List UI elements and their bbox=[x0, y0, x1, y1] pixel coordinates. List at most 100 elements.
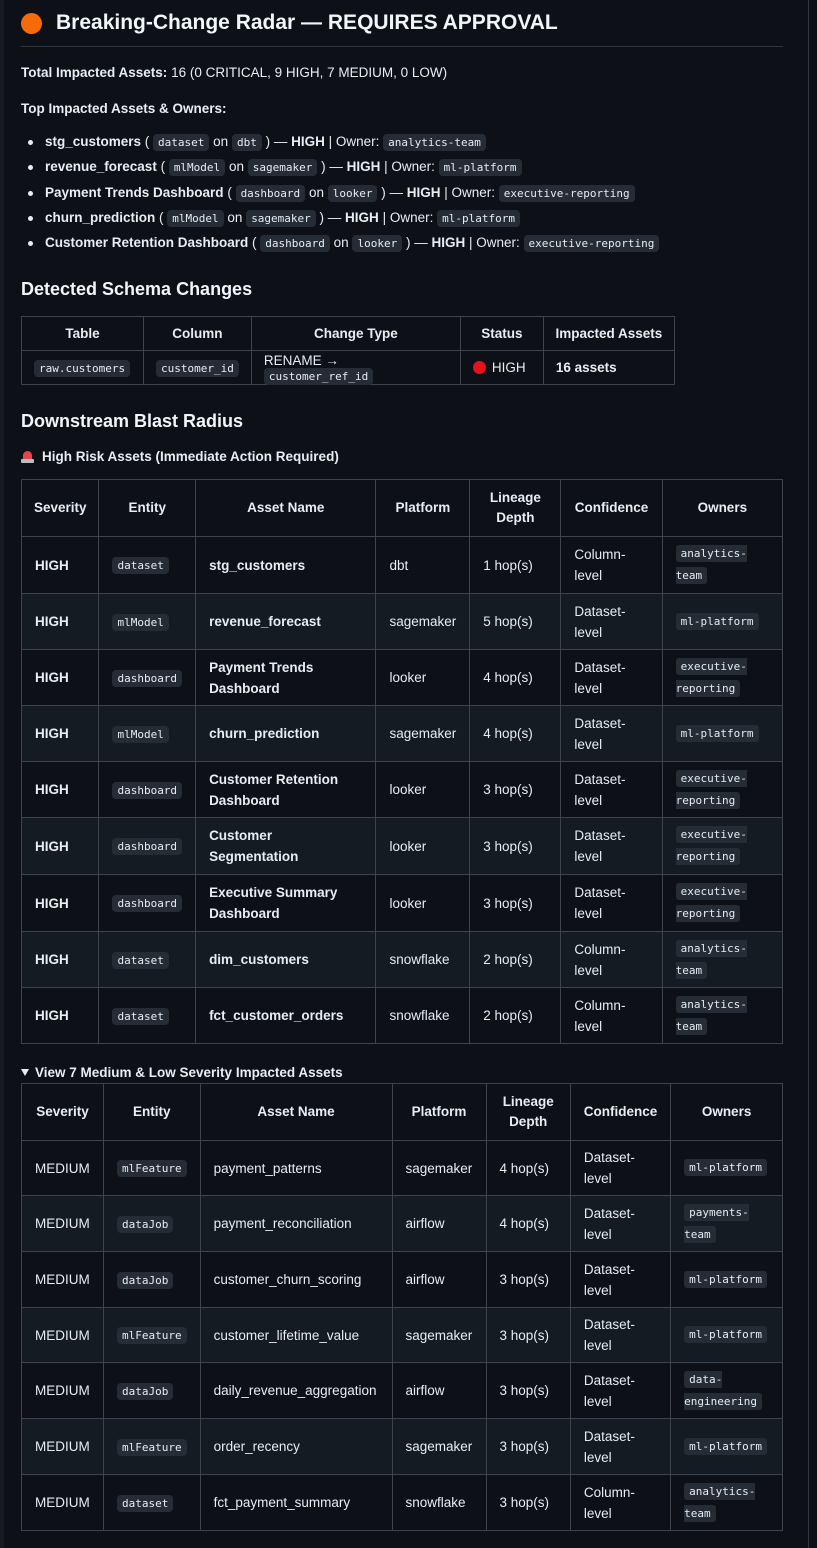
lineage-depth-cell: 3 hop(s) bbox=[485, 1362, 571, 1420]
table-row: HIGH dataset dim_customers snowflake 2 hop(s… bbox=[20, 931, 784, 989]
schema-col-header: Column bbox=[143, 316, 252, 352]
column-header: Lineage Depth bbox=[485, 1083, 571, 1142]
severity-cell: MEDIUM bbox=[21, 1307, 104, 1364]
table-row: MEDIUM dataJob daily_revenue_aggregation ai… bbox=[21, 1362, 783, 1420]
owners-cell: executive-reporting bbox=[661, 874, 784, 933]
asset-owner: analytics-team bbox=[383, 134, 486, 151]
schema-changes-table: Table Column Change Type Status Impacted… bbox=[21, 316, 675, 386]
owner-tag: ml-platform bbox=[684, 1157, 769, 1179]
table-row: MEDIUM dataset fct_payment_summary snowflak… bbox=[21, 1474, 783, 1532]
owner-name: ml-platform bbox=[684, 1159, 768, 1177]
asset-severity: HIGH bbox=[406, 184, 441, 200]
lineage-depth-cell: 1 hop(s) bbox=[469, 536, 562, 595]
owners-cell: executive-reporting bbox=[661, 761, 784, 819]
column-header: Severity bbox=[20, 479, 100, 538]
asset-owner: executive-reporting bbox=[498, 184, 635, 202]
owner-name: executive-reporting bbox=[675, 657, 747, 697]
lineage-depth-cell: 3 hop(s) bbox=[485, 1418, 571, 1476]
owner-tag: ml-platform bbox=[684, 1269, 769, 1291]
column-header: Owners bbox=[670, 1083, 783, 1142]
platform-cell: sagemaker bbox=[375, 705, 471, 763]
high-risk-header-row: Severity Entity Asset Name Platform Lineage … bbox=[20, 479, 784, 538]
severity-cell: MEDIUM bbox=[21, 1140, 104, 1197]
top-asset-item: stg_customers ( dataset on dbt ) — HIGH … bbox=[28, 132, 783, 157]
asset-severity: HIGH bbox=[345, 209, 379, 225]
confidence-cell: Dataset-level bbox=[560, 874, 663, 933]
column-header: Lineage Depth bbox=[469, 479, 562, 538]
top-assets-heading: Top Impacted Assets & Owners: bbox=[21, 101, 227, 116]
medium-low-toggle[interactable]: View 7 Medium & Low Severity Impacted As… bbox=[21, 1065, 783, 1080]
platform-cell: dbt bbox=[375, 536, 471, 595]
lineage-depth-cell: 2 hop(s) bbox=[469, 987, 562, 1045]
owner-name: ml-platform bbox=[675, 612, 759, 630]
table-row: MEDIUM mlFeature order_recency sagemaker 3 h… bbox=[21, 1418, 783, 1476]
owner-name: data-engineering bbox=[684, 1370, 763, 1410]
asset-owner: ml-platform bbox=[437, 209, 520, 227]
owners-cell: ml-platform bbox=[661, 705, 784, 763]
change-type: RENAME → bbox=[263, 352, 339, 368]
owners-cell: analytics-team bbox=[661, 931, 784, 989]
asset-type: mlModel bbox=[168, 159, 226, 177]
platform-cell: airflow bbox=[391, 1195, 487, 1253]
owners-cell: ml-platform bbox=[661, 593, 784, 651]
high-status-icon bbox=[472, 361, 486, 375]
column-header: Asset Name bbox=[195, 479, 377, 538]
owner-tag: analytics-team bbox=[675, 994, 769, 1038]
owners-cell: analytics-team bbox=[661, 987, 784, 1045]
top-asset-item: Customer Retention Dashboard ( dashboard… bbox=[28, 233, 783, 258]
column-header: Severity bbox=[21, 1083, 104, 1142]
table-row: MEDIUM mlFeature customer_lifetime_value sa… bbox=[21, 1307, 783, 1364]
owner-tag: ml-platform bbox=[675, 611, 769, 633]
owner-name: analytics-team bbox=[684, 1482, 756, 1522]
table-row: HIGH dataset stg_customers dbt 1 hop(s) Colum… bbox=[20, 536, 784, 595]
asset-name-cell: revenue_forecast bbox=[195, 593, 377, 651]
column-header: Entity bbox=[98, 479, 197, 538]
table-row: MEDIUM dataJob payment_reconciliation airfl… bbox=[21, 1195, 783, 1253]
schema-col-header: Status bbox=[459, 316, 544, 352]
asset-severity: HIGH bbox=[431, 235, 466, 251]
medium-low-toggle-label: View 7 Medium & Low Severity Impacted As… bbox=[35, 1065, 343, 1081]
entity-cell: dataset bbox=[98, 536, 197, 595]
asset-owner: executive-reporting bbox=[523, 235, 660, 253]
entity-cell: mlFeature bbox=[102, 1140, 201, 1197]
entity-type: dashboard bbox=[112, 838, 183, 856]
severity-cell: MEDIUM bbox=[21, 1418, 104, 1476]
page-title: Breaking-Change Radar — REQUIRES APPROVA… bbox=[56, 11, 558, 34]
medium-low-header-row: Severity Entity Asset Name Platform Lineage … bbox=[21, 1083, 783, 1142]
asset-name-cell: fct_payment_summary bbox=[199, 1474, 393, 1532]
entity-cell: dataJob bbox=[102, 1251, 201, 1309]
top-assets-list: stg_customers ( dataset on dbt ) — HIGH … bbox=[21, 132, 783, 258]
asset-name-cell: payment_patterns bbox=[199, 1140, 393, 1197]
entity-type: mlFeature bbox=[116, 1438, 187, 1456]
owner-tag: payments-team bbox=[684, 1202, 769, 1246]
confidence-cell: Dataset-level bbox=[560, 817, 663, 876]
asset-platform: dbt bbox=[231, 134, 262, 151]
platform-cell: sagemaker bbox=[391, 1140, 487, 1197]
schema-col-header: Table bbox=[21, 316, 144, 352]
owner-name: ml-platform bbox=[684, 1270, 768, 1288]
high-risk-heading: High Risk Assets (Immediate Action Requi… bbox=[21, 449, 783, 464]
column-header: Asset Name bbox=[199, 1083, 393, 1142]
schema-change-row: raw.customers customer_id RENAME → custo… bbox=[21, 350, 675, 386]
entity-cell: dashboard bbox=[98, 874, 197, 933]
confidence-cell: Dataset-level bbox=[560, 761, 663, 819]
owner-name: executive-reporting bbox=[675, 769, 747, 809]
table-row: HIGH mlModel revenue_forecast sagemaker 5 ho… bbox=[20, 593, 784, 651]
owner-tag: executive-reporting bbox=[675, 881, 769, 925]
confidence-cell: Column-level bbox=[560, 931, 663, 989]
status-badge: HIGH bbox=[491, 360, 526, 376]
confidence-cell: Column-level bbox=[569, 1474, 672, 1532]
on-text: on bbox=[333, 235, 349, 251]
severity-cell: HIGH bbox=[20, 649, 100, 707]
entity-type: dashboard bbox=[112, 669, 183, 687]
platform-cell: snowflake bbox=[375, 987, 471, 1045]
lineage-depth-cell: 5 hop(s) bbox=[469, 593, 562, 651]
asset-name-cell: Executive Summary Dashboard bbox=[195, 874, 377, 933]
severity-cell: HIGH bbox=[20, 874, 100, 933]
column-header: Owners bbox=[661, 479, 784, 538]
owners-cell: payments-team bbox=[670, 1195, 783, 1253]
table-row: MEDIUM dataJob customer_churn_scoring airfl… bbox=[21, 1251, 783, 1309]
entity-type: dataJob bbox=[116, 1271, 174, 1289]
owners-cell: ml-platform bbox=[670, 1418, 783, 1476]
schema-header-row: Table Column Change Type Status Impacted… bbox=[21, 316, 675, 352]
